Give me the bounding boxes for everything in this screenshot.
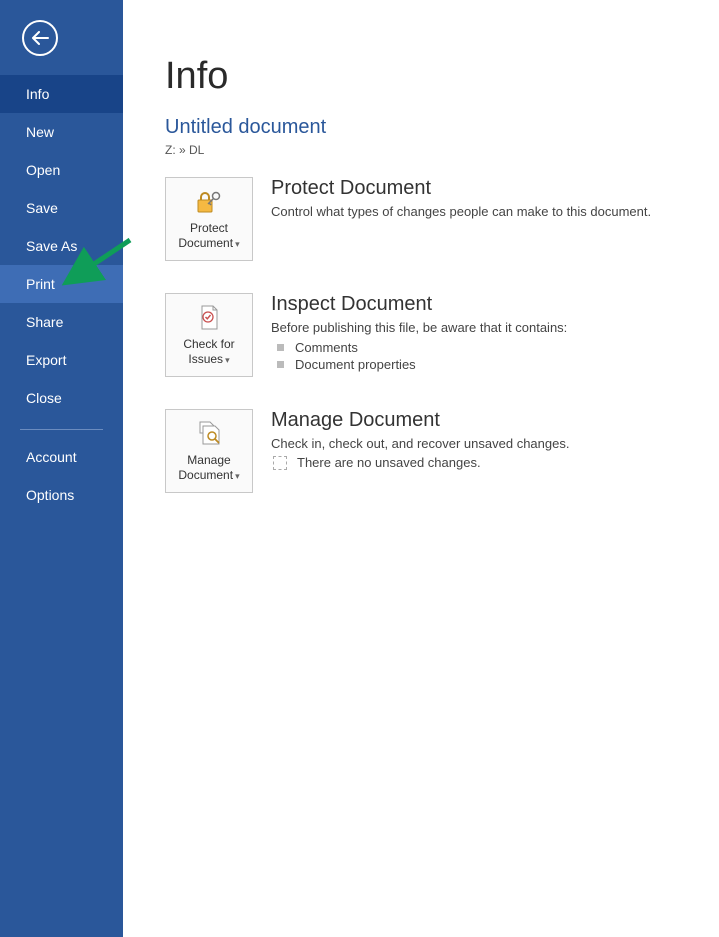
inspect-list: Comments Document properties <box>271 339 567 373</box>
sidebar-item-label: Close <box>26 390 62 406</box>
inspect-section: Check for Issues▾ Inspect Document Befor… <box>165 293 719 377</box>
sidebar-item-close[interactable]: Close <box>0 379 123 417</box>
list-item: Comments <box>271 339 567 356</box>
sidebar-item-label: Info <box>26 86 49 102</box>
sidebar-item-label: Export <box>26 352 66 368</box>
backstage-sidebar: Info New Open Save Save As Print Share E… <box>0 0 123 937</box>
sidebar-item-label: Account <box>26 449 77 465</box>
sidebar-item-label: Share <box>26 314 63 330</box>
document-title: Untitled document <box>165 116 719 139</box>
sidebar-item-share[interactable]: Share <box>0 303 123 341</box>
sidebar-item-label: Open <box>26 162 60 178</box>
lock-key-icon <box>194 187 224 217</box>
sidebar-item-new[interactable]: New <box>0 113 123 151</box>
inspect-desc: Before publishing this file, be aware th… <box>271 320 567 335</box>
document-magnify-icon <box>195 419 223 449</box>
protect-section: Protect Document▾ Protect Document Contr… <box>165 177 719 261</box>
unsaved-text: There are no unsaved changes. <box>297 455 481 470</box>
sidebar-item-label: Save As <box>26 238 77 254</box>
tile-label: Check for Issues▾ <box>179 337 238 367</box>
tile-label: Protect Document▾ <box>174 221 243 251</box>
list-item: Document properties <box>271 356 567 373</box>
manage-document-button[interactable]: Manage Document▾ <box>165 409 253 493</box>
back-arrow-icon <box>22 20 58 56</box>
sidebar-separator <box>20 429 103 430</box>
document-path: Z: » DL <box>165 143 719 157</box>
sidebar-item-label: New <box>26 124 54 140</box>
page-title: Info <box>165 55 719 98</box>
main-panel: Info Untitled document Z: » DL Protect D… <box>123 0 719 937</box>
sidebar-item-account[interactable]: Account <box>0 438 123 476</box>
document-check-icon <box>196 303 222 333</box>
sidebar-item-options[interactable]: Options <box>0 476 123 514</box>
protect-desc: Control what types of changes people can… <box>271 204 651 219</box>
sidebar-item-label: Save <box>26 200 58 216</box>
sidebar-item-info[interactable]: Info <box>0 75 123 113</box>
manage-desc: Check in, check out, and recover unsaved… <box>271 436 569 451</box>
manage-section: Manage Document▾ Manage Document Check i… <box>165 409 719 493</box>
sidebar-item-label: Options <box>26 487 74 503</box>
inspect-heading: Inspect Document <box>271 293 567 316</box>
unsaved-row: There are no unsaved changes. <box>271 455 569 470</box>
sidebar-item-print[interactable]: Print <box>0 265 123 303</box>
protect-heading: Protect Document <box>271 177 651 200</box>
tile-label: Manage Document▾ <box>174 453 243 483</box>
sidebar-item-save-as[interactable]: Save As <box>0 227 123 265</box>
manage-heading: Manage Document <box>271 409 569 432</box>
check-for-issues-button[interactable]: Check for Issues▾ <box>165 293 253 377</box>
protect-document-button[interactable]: Protect Document▾ <box>165 177 253 261</box>
sidebar-item-open[interactable]: Open <box>0 151 123 189</box>
unsaved-doc-icon <box>273 456 287 470</box>
sidebar-item-label: Print <box>26 276 55 292</box>
sidebar-item-save[interactable]: Save <box>0 189 123 227</box>
sidebar-item-export[interactable]: Export <box>0 341 123 379</box>
back-button[interactable] <box>0 0 123 75</box>
